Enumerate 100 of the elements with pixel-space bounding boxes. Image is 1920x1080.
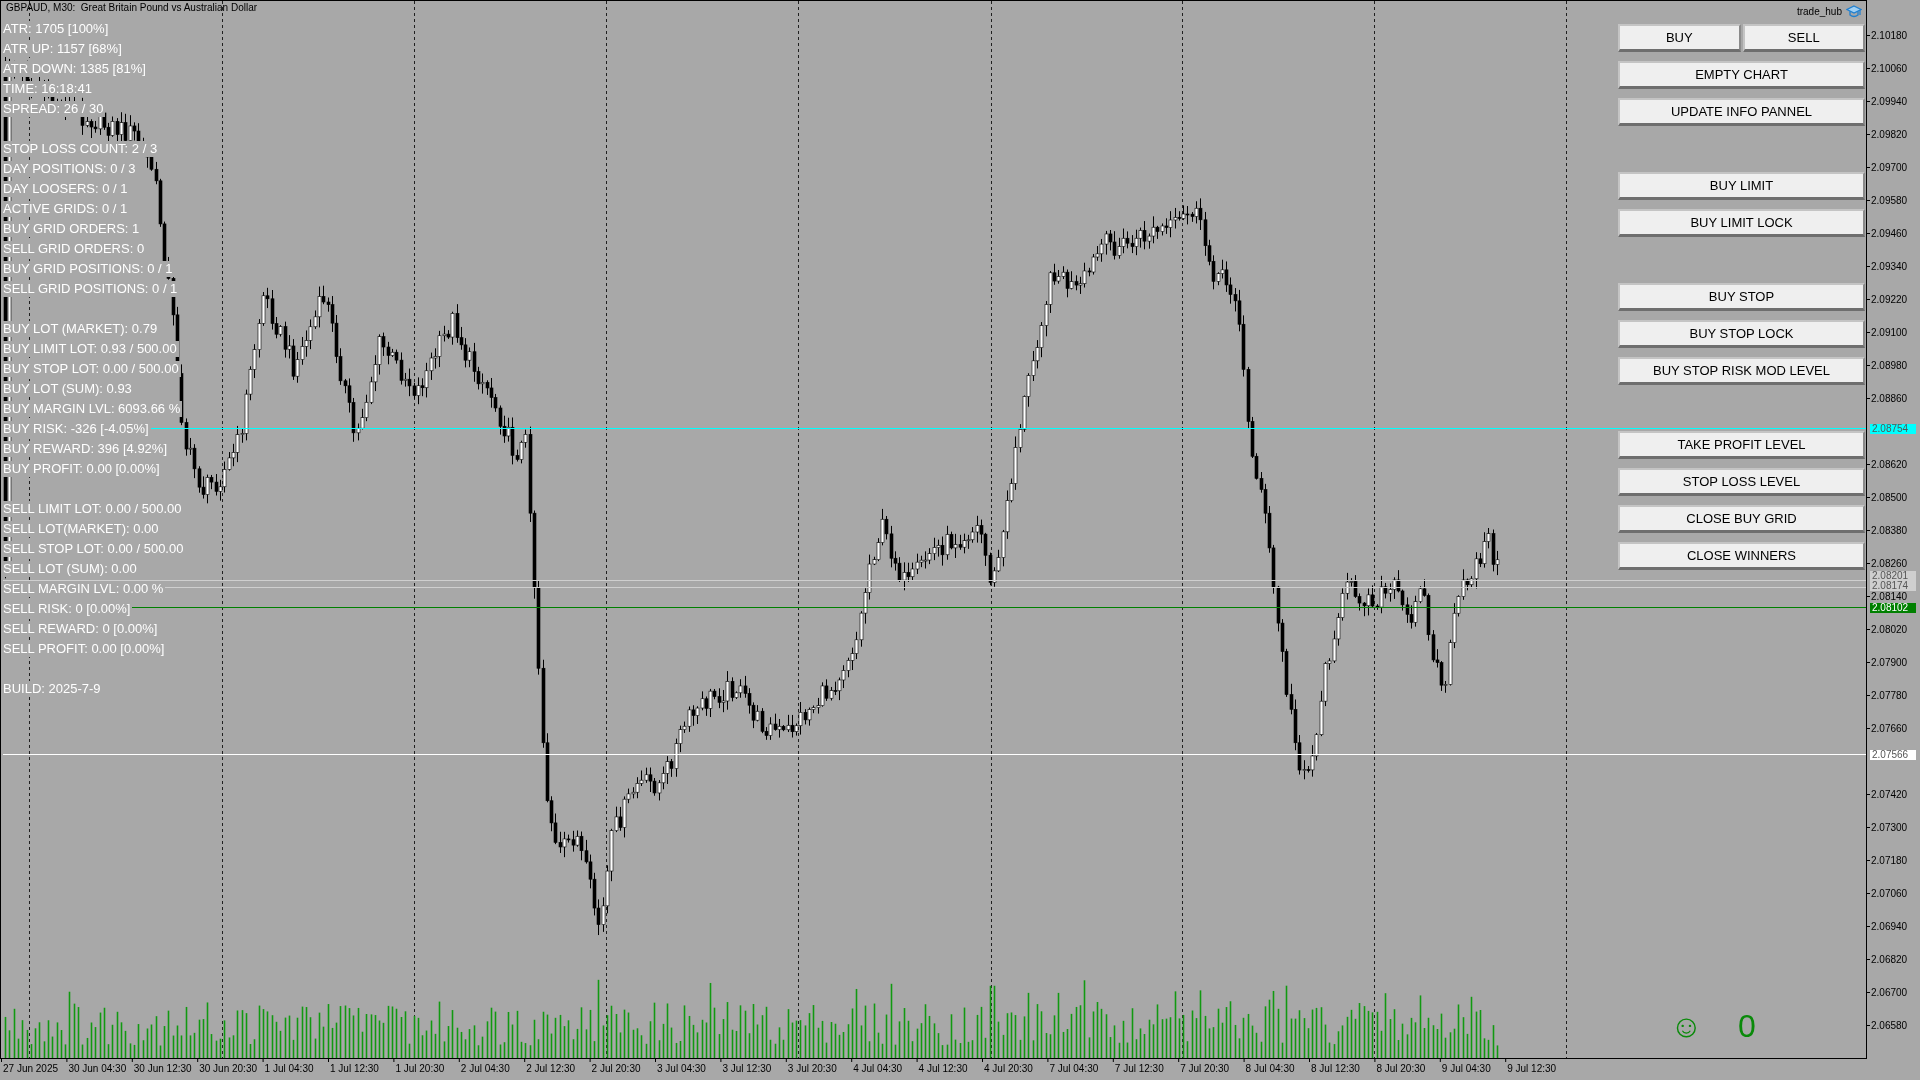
price-tag: 2.08102 — [1870, 603, 1916, 613]
time-label: 9 Jul 04:30 — [1441, 1063, 1491, 1075]
info-text: ATR UP: 1157 [68%] — [3, 41, 124, 57]
price-label: 2.09220 — [1871, 294, 1908, 305]
trade-button[interactable]: BUY STOP LOCK — [1618, 320, 1865, 348]
counter-value: 0 — [1738, 1008, 1756, 1044]
info-text: BUY LIMIT LOT: 0.93 / 500.00 — [3, 341, 179, 357]
time-label: 1 Jul 20:30 — [395, 1063, 445, 1075]
price-label: 2.10060 — [1871, 63, 1908, 74]
time-label: 30 Jun 20:30 — [199, 1063, 257, 1075]
price-tag: 2.08201 — [1870, 571, 1916, 581]
info-text: ATR: 1705 [100%] — [3, 21, 111, 37]
price-label: 2.08500 — [1871, 492, 1908, 503]
price-label: 2.06820 — [1871, 954, 1908, 965]
info-text: SELL MARGIN LVL: 0.00 % — [3, 581, 166, 597]
time-label: 4 Jul 12:30 — [918, 1063, 968, 1075]
info-text: SELL LOT(MARKET): 0.00 — [3, 521, 161, 537]
info-text: BUY LOT (MARKET): 0.79 — [3, 321, 160, 337]
info-text: BUY REWARD: 396 [4.92%] — [3, 441, 169, 457]
trade-button[interactable]: EMPTY CHART — [1618, 61, 1865, 89]
time-label: 4 Jul 04:30 — [853, 1063, 903, 1075]
trade-button[interactable]: BUY LIMIT LOCK — [1618, 209, 1865, 237]
price-tag: 2.07566 — [1870, 750, 1916, 760]
price-label: 2.08020 — [1871, 624, 1908, 635]
chart-title: GBPAUD, M30: Great Britain Pound vs Australian Dollar — [6, 2, 258, 14]
price-label: 2.10180 — [1871, 30, 1908, 41]
status-symbol: ☺ — [1670, 1008, 1703, 1044]
time-label: 1 Jul 12:30 — [330, 1063, 379, 1075]
price-label: 2.08380 — [1871, 525, 1908, 536]
price-label: 2.08980 — [1871, 360, 1908, 371]
time-label: 1 Jul 04:30 — [264, 1063, 314, 1075]
price-tag: 2.08754 — [1870, 424, 1916, 434]
time-label: 2 Jul 12:30 — [526, 1063, 576, 1075]
price-label: 2.08860 — [1871, 393, 1908, 404]
time-label: 8 Jul 04:30 — [1245, 1063, 1295, 1075]
trade-button[interactable]: TAKE PROFIT LEVEL — [1618, 431, 1865, 459]
info-text: ATR DOWN: 1385 [81%] — [3, 61, 148, 77]
time-label: 4 Jul 20:30 — [984, 1063, 1033, 1075]
info-text: DAY POSITIONS: 0 / 3 — [3, 161, 138, 177]
info-text: SELL GRID ORDERS: 0 — [3, 241, 147, 257]
time-label: 8 Jul 20:30 — [1376, 1063, 1426, 1075]
price-label: 2.08260 — [1871, 558, 1908, 569]
info-text: SELL RISK: 0 [0.00%] — [3, 601, 133, 617]
info-text: BUY RISK: -326 [-4.05%] — [3, 421, 151, 437]
time-label: 8 Jul 12:30 — [1311, 1063, 1360, 1075]
trade-button[interactable]: SELL — [1742, 24, 1865, 52]
price-label: 2.09940 — [1871, 96, 1908, 107]
info-text: SELL GRID POSITIONS: 0 / 1 — [3, 281, 180, 297]
price-label: 2.06700 — [1871, 987, 1908, 998]
time-label: 2 Jul 04:30 — [460, 1063, 510, 1075]
graduation-cap-icon — [1846, 5, 1862, 19]
info-text: SELL LOT (SUM): 0.00 — [3, 561, 139, 577]
trade-button[interactable]: CLOSE WINNERS — [1618, 542, 1865, 570]
price-label: 2.09340 — [1871, 261, 1908, 272]
price-label: 2.07900 — [1871, 657, 1908, 668]
info-text: BUY GRID ORDERS: 1 — [3, 221, 142, 237]
trade-button[interactable]: BUY — [1618, 24, 1741, 52]
info-text: SELL PROFIT: 0.00 [0.00%] — [3, 641, 167, 657]
info-text: SPREAD: 26 / 30 — [3, 101, 106, 117]
trade-button[interactable]: UPDATE INFO PANNEL — [1618, 98, 1865, 126]
price-label: 2.07780 — [1871, 690, 1908, 701]
price-label: 2.08140 — [1871, 591, 1908, 602]
price-label: 2.07060 — [1871, 888, 1908, 899]
info-text: BUY MARGIN LVL: 6093.66 % — [3, 401, 183, 417]
trade-button[interactable]: BUY LIMIT — [1618, 172, 1865, 200]
time-label: 7 Jul 20:30 — [1180, 1063, 1230, 1075]
time-label: 30 Jun 12:30 — [133, 1063, 192, 1075]
price-label: 2.09580 — [1871, 195, 1908, 206]
price-label: 2.06940 — [1871, 921, 1908, 932]
price-label: 2.07180 — [1871, 855, 1908, 866]
time-label: 27 Jun 2025 — [3, 1063, 59, 1075]
price-label: 2.09820 — [1871, 129, 1908, 140]
info-text: BUY LOT (SUM): 0.93 — [3, 381, 134, 397]
info-text: TIME: 16:18:41 — [3, 81, 94, 97]
time-label: 7 Jul 12:30 — [1114, 1063, 1164, 1075]
info-text: BUILD: 2025-7-9 — [3, 681, 103, 697]
price-label: 2.09460 — [1871, 228, 1908, 239]
time-label: 30 Jun 04:30 — [68, 1063, 127, 1075]
time-label: 3 Jul 12:30 — [722, 1063, 772, 1075]
price-label: 2.07660 — [1871, 723, 1908, 734]
trade-button[interactable]: BUY STOP RISK MOD LEVEL — [1618, 357, 1865, 385]
time-label: 7 Jul 04:30 — [1049, 1063, 1099, 1075]
price-label: 2.09100 — [1871, 327, 1908, 338]
time-label: 3 Jul 04:30 — [657, 1063, 706, 1075]
trade-button[interactable]: STOP LOSS LEVEL — [1618, 468, 1865, 496]
info-text: DAY LOOSERS: 0 / 1 — [3, 181, 130, 197]
price-tag: 2.08174 — [1870, 581, 1916, 591]
info-text: SELL REWARD: 0 [0.00%] — [3, 621, 160, 637]
time-label: 9 Jul 12:30 — [1507, 1063, 1557, 1075]
info-text: STOP LOSS COUNT: 2 / 3 — [3, 141, 160, 157]
info-text: SELL STOP LOT: 0.00 / 500.00 — [3, 541, 186, 557]
price-label: 2.07300 — [1871, 822, 1908, 833]
trade-button[interactable]: BUY STOP — [1618, 283, 1865, 311]
price-label: 2.08620 — [1871, 459, 1908, 470]
time-label: 3 Jul 20:30 — [787, 1063, 837, 1075]
price-label: 2.09700 — [1871, 162, 1908, 173]
info-text: BUY STOP LOT: 0.00 / 500.00 — [3, 361, 181, 377]
info-text: BUY PROFIT: 0.00 [0.00%] — [3, 461, 162, 477]
time-label: 2 Jul 20:30 — [591, 1063, 641, 1075]
trade-button[interactable]: CLOSE BUY GRID — [1618, 505, 1865, 533]
